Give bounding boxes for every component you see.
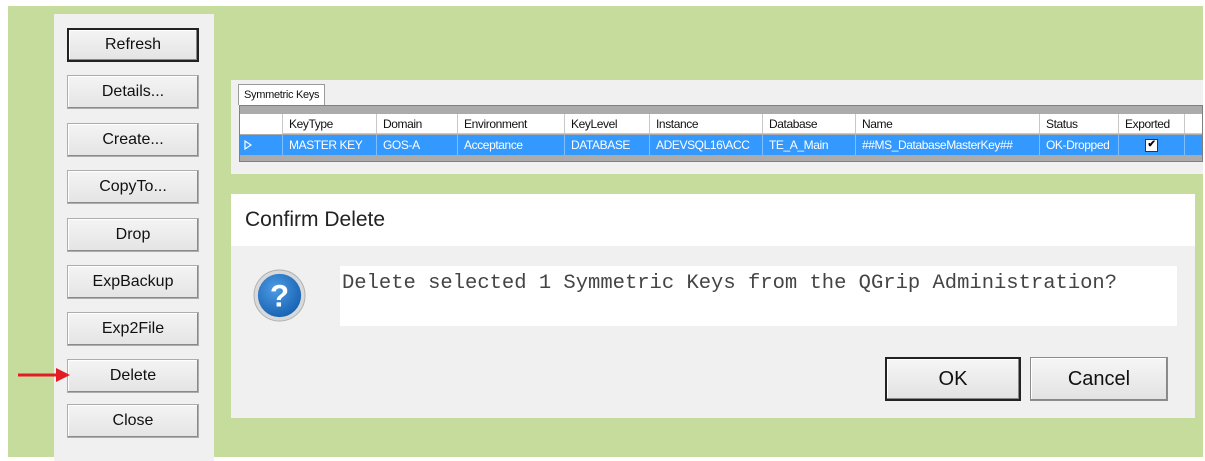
- column-header-environment[interactable]: Environment: [458, 114, 565, 134]
- row-selector[interactable]: [240, 135, 283, 155]
- exp2file-button[interactable]: Exp2File: [67, 312, 199, 346]
- svg-text:?: ?: [270, 278, 289, 313]
- column-header-filler: [1185, 114, 1202, 134]
- cell-keytype[interactable]: MASTER KEY: [283, 135, 377, 155]
- copyto-button[interactable]: CopyTo...: [67, 170, 199, 204]
- cell-instance[interactable]: ADEVSQL16\ACC: [650, 135, 763, 155]
- column-header-exported[interactable]: Exported: [1119, 114, 1185, 134]
- grid-header-row: KeyType Domain Environment KeyLevel Inst…: [240, 114, 1202, 134]
- details-button[interactable]: Details...: [67, 75, 199, 109]
- cell-database[interactable]: TE_A_Main: [763, 135, 856, 155]
- cell-keylevel[interactable]: DATABASE: [565, 135, 650, 155]
- cell-filler: [1185, 135, 1202, 155]
- cell-domain[interactable]: GOS-A: [377, 135, 458, 155]
- action-button-panel: Refresh Details... Create... CopyTo... D…: [54, 14, 214, 461]
- cancel-button[interactable]: Cancel: [1030, 357, 1168, 401]
- column-header-database[interactable]: Database: [763, 114, 856, 134]
- drop-button[interactable]: Drop: [67, 218, 199, 252]
- ok-button[interactable]: OK: [885, 357, 1021, 401]
- cell-exported[interactable]: ✔: [1119, 135, 1185, 155]
- column-header-domain[interactable]: Domain: [377, 114, 458, 134]
- column-header-name[interactable]: Name: [856, 114, 1040, 134]
- table-row[interactable]: MASTER KEY GOS-A Acceptance DATABASE ADE…: [240, 135, 1202, 155]
- symmetric-keys-grid: KeyType Domain Environment KeyLevel Inst…: [239, 105, 1203, 162]
- close-button[interactable]: Close: [67, 404, 199, 438]
- column-header-keytype[interactable]: KeyType: [283, 114, 377, 134]
- question-icon: ?: [253, 269, 306, 322]
- expbackup-button[interactable]: ExpBackup: [67, 265, 199, 299]
- cell-name[interactable]: ##MS_DatabaseMasterKey##: [856, 135, 1040, 155]
- screenshot-frame: Refresh Details... Create... CopyTo... D…: [0, 0, 1205, 461]
- refresh-button[interactable]: Refresh: [67, 28, 199, 62]
- row-header-corner: [240, 114, 283, 134]
- column-header-keylevel[interactable]: KeyLevel: [565, 114, 650, 134]
- dialog-message: Delete selected 1 Symmetric Keys from th…: [342, 272, 1118, 295]
- tab-symmetric-keys[interactable]: Symmetric Keys: [238, 84, 326, 105]
- red-arrow-indicator: [18, 368, 70, 382]
- message-box: Delete selected 1 Symmetric Keys from th…: [340, 266, 1177, 326]
- exported-checkbox[interactable]: ✔: [1145, 139, 1158, 152]
- cell-environment[interactable]: Acceptance: [458, 135, 565, 155]
- row-pointer-icon: [244, 140, 252, 150]
- dialog-title: Confirm Delete: [231, 194, 1195, 246]
- confirm-delete-dialog: Confirm Delete ? Delete selected 1 Symme…: [231, 194, 1195, 418]
- column-header-status[interactable]: Status: [1040, 114, 1119, 134]
- symmetric-keys-panel: Symmetric Keys KeyType Domain Environmen…: [231, 80, 1203, 174]
- column-header-instance[interactable]: Instance: [650, 114, 763, 134]
- create-button[interactable]: Create...: [67, 123, 199, 157]
- cell-status[interactable]: OK-Dropped: [1040, 135, 1119, 155]
- delete-button[interactable]: Delete: [67, 359, 199, 393]
